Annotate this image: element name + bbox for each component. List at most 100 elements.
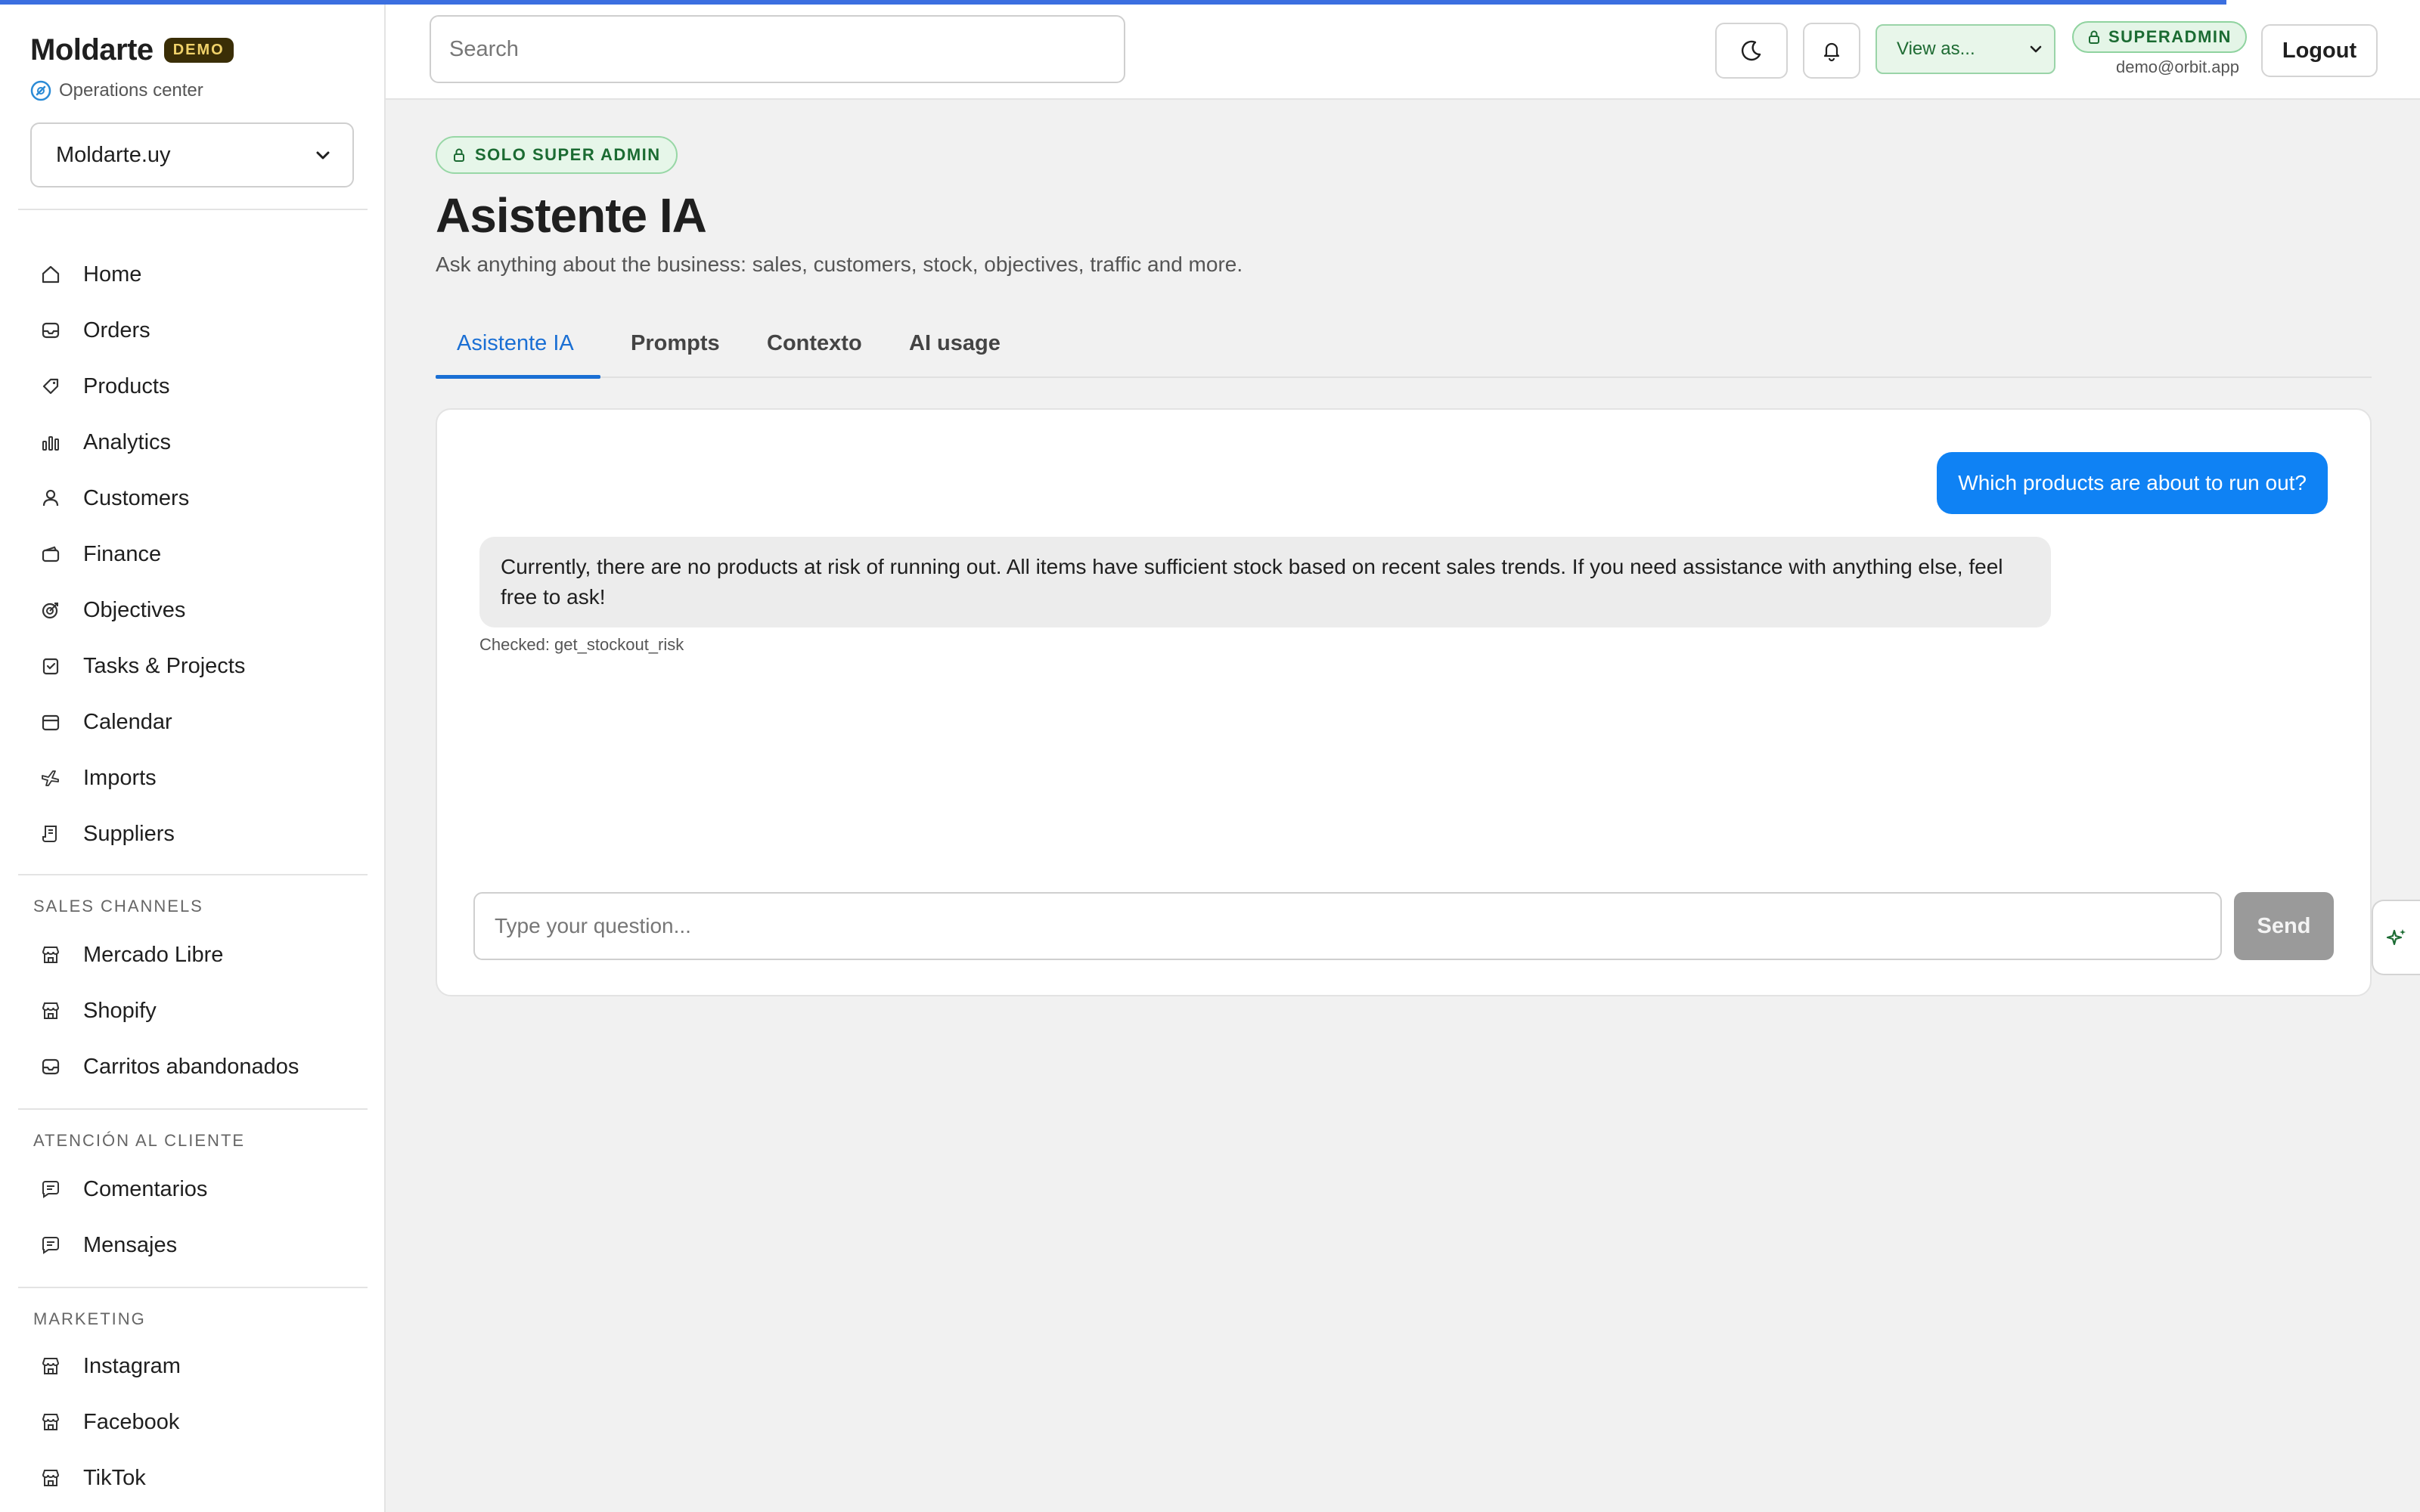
store-icon (42, 1358, 60, 1374)
calendar-icon (42, 714, 60, 731)
tab-ai-usage[interactable]: AI usage (909, 331, 1001, 356)
sidebar-divider (18, 874, 368, 875)
brand: Moldarte DEMO (30, 33, 234, 67)
sidebar-item-label: Imports (83, 765, 157, 790)
top-progress-bar (0, 0, 2226, 5)
page-title: Asistente IA (436, 188, 707, 243)
tab-prompts[interactable]: Prompts (631, 331, 720, 356)
tool-note: Checked: get_stockout_risk (479, 635, 684, 654)
sidebar-item-label: Home (83, 262, 142, 287)
sidebar-item-analytics[interactable]: Analytics (39, 423, 171, 461)
sidebar-item-label: Instagram (83, 1353, 181, 1378)
view-as-value: View as... (1897, 39, 1975, 59)
sidebar-item-suppliers[interactable]: Suppliers (39, 815, 175, 853)
sidebar-item-instagram[interactable]: Instagram (39, 1347, 181, 1385)
theme-toggle-button[interactable] (1715, 23, 1788, 79)
sidebar-item-label: Products (83, 373, 170, 398)
sidebar-item-facebook[interactable]: Facebook (39, 1403, 179, 1441)
plane-icon (42, 770, 59, 786)
message-icon (42, 1181, 59, 1198)
sidebar-item-products[interactable]: Products (39, 367, 169, 405)
chevron-down-icon (2030, 45, 2042, 53)
tab-bar: Asistente IA Prompts Contexto AI usage (436, 318, 2372, 379)
sidebar-item-shopify[interactable]: Shopify (39, 992, 157, 1030)
moon-icon (1741, 40, 1761, 61)
sidebar-item-label: Facebook (83, 1409, 180, 1434)
tab-label: Contexto (767, 331, 862, 355)
wallet-icon (42, 546, 60, 562)
sidebar-item-label: Customers (83, 485, 190, 510)
bell-icon (1823, 42, 1840, 62)
bar-chart-icon (42, 436, 59, 451)
store-icon (42, 947, 60, 963)
role-badge-text: SUPERADMIN (2108, 27, 2232, 46)
sidebar-item-orders[interactable]: Orders (39, 311, 150, 349)
sidebar-item-label: Mensajes (83, 1232, 178, 1257)
target-icon (42, 603, 58, 619)
notifications-button[interactable] (1803, 23, 1860, 79)
tab-asistente-ia[interactable]: Asistente IA (457, 331, 574, 356)
tab-label: Asistente IA (457, 331, 574, 355)
user-icon (42, 489, 59, 507)
tab-label: Prompts (631, 331, 720, 355)
access-badge-text: SOLO SUPER ADMIN (475, 145, 661, 164)
sidebar-item-label: Objectives (83, 597, 186, 622)
store-icon (42, 1414, 60, 1430)
home-icon (42, 265, 60, 284)
sidebar-divider (18, 1108, 368, 1110)
message-icon (42, 1237, 59, 1254)
sidebar-item-objectives[interactable]: Objectives (39, 591, 185, 629)
sidebar-item-label: Analytics (83, 429, 172, 454)
sparkles-icon (2386, 929, 2406, 946)
inbox-icon (42, 1058, 60, 1075)
scroll-icon (42, 826, 57, 842)
sidebar-item-label: Shopify (83, 998, 157, 1023)
sidebar-item-label: Comentarios (83, 1176, 208, 1201)
lock-icon (2089, 30, 2099, 44)
brand-subtitle-text: Operations center (59, 80, 203, 101)
view-as-select[interactable]: View as... (1876, 24, 2055, 74)
store-icon (42, 1470, 60, 1486)
section-label-marketing: MARKETING (33, 1309, 146, 1328)
sidebar-item-comentarios[interactable]: Comentarios (39, 1170, 207, 1208)
demo-badge: DEMO (163, 38, 234, 63)
sidebar: Moldarte DEMO Operations center Moldarte… (0, 0, 386, 1512)
role-badge: SUPERADMIN (2072, 21, 2247, 53)
sidebar-item-finance[interactable]: Finance (39, 535, 161, 573)
sidebar-item-label: Calendar (83, 709, 172, 734)
chat-input[interactable] (473, 892, 2222, 960)
sidebar-divider (18, 209, 368, 210)
sidebar-item-label: Finance (83, 541, 162, 566)
sidebar-item-label: TikTok (83, 1465, 146, 1490)
sidebar-item-home[interactable]: Home (39, 256, 141, 293)
tab-contexto[interactable]: Contexto (767, 331, 862, 356)
send-button[interactable]: Send (2234, 892, 2334, 960)
section-label-customer-care: ATENCIÓN AL CLIENTE (33, 1131, 246, 1150)
page-subtitle: Ask anything about the business: sales, … (436, 253, 1243, 276)
orbit-logo-icon (30, 80, 51, 101)
sidebar-item-carritos-abandonados[interactable]: Carritos abandonados (39, 1048, 299, 1086)
sidebar-item-mercado-libre[interactable]: Mercado Libre (39, 936, 223, 974)
search-input[interactable] (430, 15, 1125, 83)
sidebar-item-mensajes[interactable]: Mensajes (39, 1226, 177, 1264)
user-email: demo@orbit.app (2116, 57, 2239, 76)
sidebar-item-customers[interactable]: Customers (39, 479, 189, 517)
inbox-icon (42, 322, 60, 339)
active-tab-indicator (436, 375, 600, 379)
logout-button[interactable]: Logout (2261, 24, 2378, 77)
store-icon (42, 1002, 60, 1019)
sidebar-item-tiktok[interactable]: TikTok (39, 1459, 146, 1497)
sidebar-item-imports[interactable]: Imports (39, 759, 157, 797)
sidebar-item-calendar[interactable]: Calendar (39, 703, 172, 741)
chevron-down-icon (316, 151, 330, 160)
sidebar-item-label: Orders (83, 318, 150, 342)
sidebar-divider (18, 1287, 368, 1288)
section-label-sales-channels: SALES CHANNELS (33, 897, 203, 916)
chat-panel: Which products are about to run out? Cur… (436, 408, 2372, 996)
lock-icon (454, 148, 464, 162)
sidebar-item-tasks-projects[interactable]: Tasks & Projects (39, 647, 245, 685)
store-select[interactable]: Moldarte.uy (30, 122, 354, 187)
store-select-value: Moldarte.uy (56, 142, 171, 167)
ai-assistant-floating-button[interactable] (2372, 900, 2420, 975)
sidebar-item-label: Tasks & Projects (83, 653, 246, 678)
